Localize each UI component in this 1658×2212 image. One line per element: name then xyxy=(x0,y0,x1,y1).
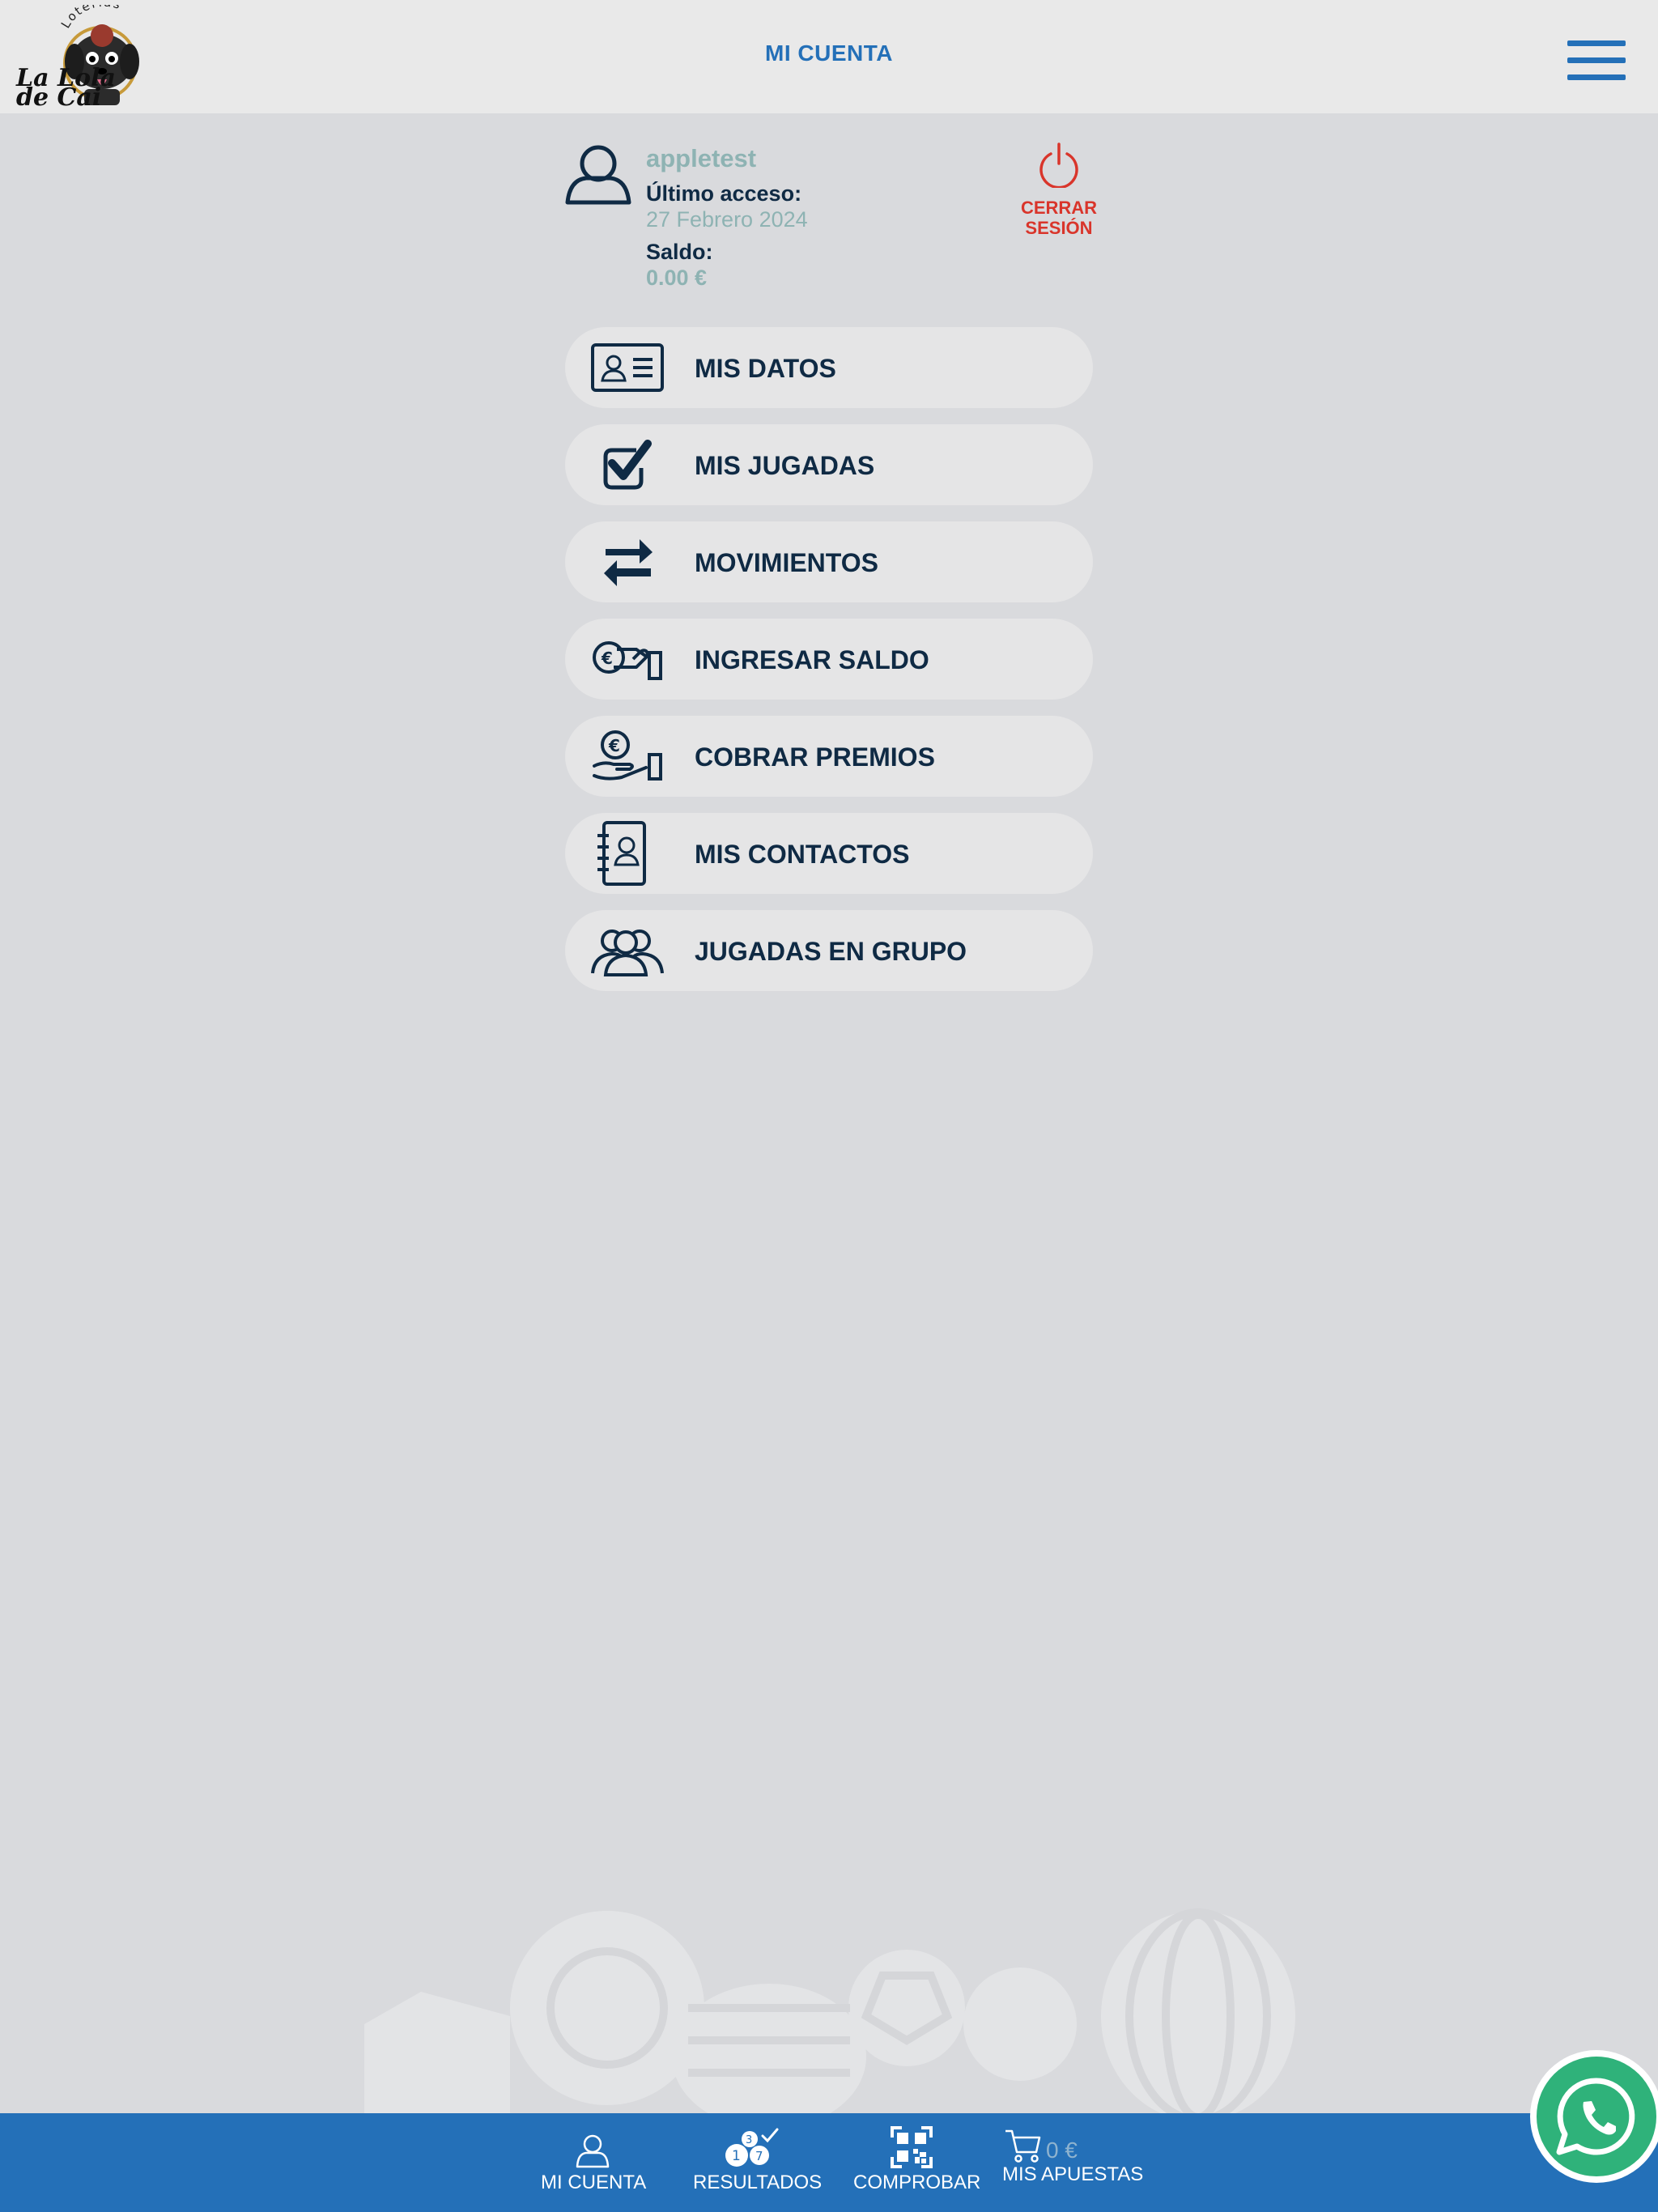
id-card-icon xyxy=(591,343,664,392)
menu-item-ingresar-saldo[interactable]: € INGRESAR SALDO xyxy=(565,619,1093,700)
logout-label: CERRAR SESIÓN xyxy=(1020,198,1098,238)
nav-comprobar[interactable]: COMPROBAR xyxy=(853,2113,981,2212)
menu-label: MIS CONTACTOS xyxy=(695,840,910,869)
menu-item-jugadas-en-grupo[interactable]: JUGADAS EN GRUPO xyxy=(565,910,1093,991)
power-icon xyxy=(1039,143,1078,188)
transfer-arrows-icon xyxy=(604,539,653,586)
nav-label: COMPROBAR xyxy=(853,2172,981,2193)
svg-text:de Cai: de Cai xyxy=(16,83,101,108)
account-menu: MIS DATOS MIS JUGADAS MOVIMIENTOS € INGR… xyxy=(565,327,1093,1007)
svg-text:Loterías: Loterías xyxy=(58,5,124,31)
menu-label: MIS JUGADAS xyxy=(695,451,875,480)
menu-item-mis-jugadas[interactable]: MIS JUGADAS xyxy=(565,424,1093,505)
deposit-coin-icon: € xyxy=(593,641,662,680)
menu-item-cobrar-premios[interactable]: € COBRAR PREMIOS xyxy=(565,716,1093,797)
cart-amount: 0 € xyxy=(1046,2138,1078,2163)
menu-label: MOVIMIENTOS xyxy=(695,548,878,577)
nav-label: MIS APUESTAS xyxy=(1002,2163,1144,2185)
bottom-navigation-bar: MI CUENTA 3 1 7 RESULTADOS COMPROBAR MIS… xyxy=(0,2113,1658,2212)
svg-text:€: € xyxy=(608,736,620,755)
svg-text:7: 7 xyxy=(755,2149,763,2163)
logout-button[interactable]: CERRAR SESIÓN xyxy=(1017,143,1101,248)
hamburger-icon xyxy=(1567,40,1626,46)
last-access-label: Último acceso: xyxy=(646,181,802,206)
cart-icon xyxy=(1005,2129,1041,2163)
address-book-icon xyxy=(597,821,646,886)
nav-label: MI CUENTA xyxy=(541,2172,647,2193)
menu-item-mis-contactos[interactable]: MIS CONTACTOS xyxy=(565,813,1093,894)
coin-hand-icon: € xyxy=(593,730,662,781)
username: appletest xyxy=(646,144,757,172)
nav-resultados[interactable]: 3 1 7 RESULTADOS xyxy=(693,2113,823,2212)
lottery-balls-icon: 3 1 7 xyxy=(725,2128,779,2167)
menu-item-mis-datos[interactable]: MIS DATOS xyxy=(565,327,1093,408)
svg-text:3: 3 xyxy=(746,2134,752,2146)
top-header: Loterías La Lola de Cai MI CUENTA xyxy=(0,0,1658,113)
user-avatar-icon xyxy=(565,145,631,205)
menu-label: INGRESAR SALDO xyxy=(695,645,929,674)
menu-item-movimientos[interactable]: MOVIMIENTOS xyxy=(565,521,1093,602)
background-lottery-illustration xyxy=(364,1908,1295,2113)
balance-value: 0.00 € xyxy=(646,266,708,290)
page-title: MI CUENTA xyxy=(765,40,893,66)
svg-text:1: 1 xyxy=(732,2148,741,2164)
menu-label: JUGADAS EN GRUPO xyxy=(695,937,967,966)
balance-label: Saldo: xyxy=(646,240,713,264)
qr-code-icon xyxy=(891,2126,933,2168)
checkbox-icon xyxy=(603,440,652,490)
menu-label: MIS DATOS xyxy=(695,354,836,383)
last-access-value: 27 Febrero 2024 xyxy=(646,207,808,232)
group-icon xyxy=(591,929,664,976)
nav-label: RESULTADOS xyxy=(693,2172,823,2193)
nav-mi-cuenta[interactable]: MI CUENTA xyxy=(541,2113,647,2212)
user-icon xyxy=(576,2134,610,2168)
svg-text:€: € xyxy=(601,649,613,668)
whatsapp-button[interactable] xyxy=(1528,2048,1658,2184)
menu-label: COBRAR PREMIOS xyxy=(695,742,935,772)
hamburger-menu-button[interactable] xyxy=(1567,39,1626,83)
